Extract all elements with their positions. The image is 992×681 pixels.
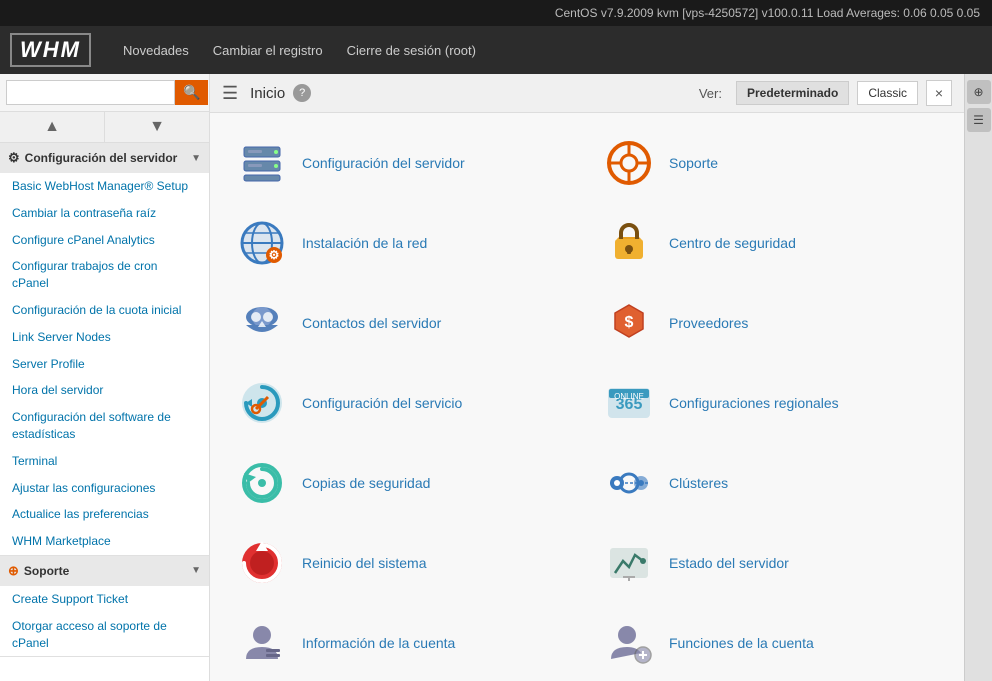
sidebar-item-create-support-ticket[interactable]: Create Support Ticket	[0, 586, 209, 613]
proveedores-icon: $	[603, 297, 655, 349]
soporte-section-icon: ⊕	[8, 563, 19, 579]
config-servicio-icon	[236, 377, 288, 429]
sidebar-item-software-estadisticas[interactable]: Configuración del software de estadístic…	[0, 404, 209, 448]
sidebar-section-soporte-header[interactable]: ⊕ Soporte ▼	[0, 556, 209, 586]
sidebar-section-soporte-title: Soporte	[24, 564, 69, 578]
nav-novedades[interactable]: Novedades	[123, 43, 189, 58]
main-content: ☰ Inicio ? Ver: Predeterminado Classic ×	[210, 74, 964, 681]
funciones-cuenta-label: Funciones de la cuenta	[669, 634, 814, 652]
sidebar-item-configure-cpanel-analytics[interactable]: Configure cPanel Analytics	[0, 227, 209, 254]
config-section-icon: ⚙	[8, 150, 20, 166]
copias-seguridad-icon	[236, 457, 288, 509]
grid-item-config-servidor[interactable]: Configuración del servidor	[220, 123, 587, 203]
grid-item-info-cuenta[interactable]: Información de la cuenta	[220, 603, 587, 681]
grid-item-config-servicio[interactable]: Configuración del servicio	[220, 363, 587, 443]
centro-seguridad-label: Centro de seguridad	[669, 234, 796, 252]
view-predeterminado-button[interactable]: Predeterminado	[736, 81, 849, 105]
view-close-button[interactable]: ×	[926, 80, 952, 106]
search-button[interactable]: 🔍	[175, 80, 208, 105]
svg-text:$: $	[625, 314, 634, 331]
grid-item-copias-seguridad[interactable]: Copias de seguridad	[220, 443, 587, 523]
sidebar-section-soporte: ⊕ Soporte ▼ Create Support Ticket Otorga…	[0, 556, 209, 657]
nav-cambiar-registro[interactable]: Cambiar el registro	[213, 43, 323, 58]
config-servidor-label: Configuración del servidor	[302, 154, 465, 172]
section-caret-configuracion: ▼	[191, 153, 201, 164]
right-panel: ⊕ ☰	[964, 74, 992, 681]
sidebar-item-cuota-inicial[interactable]: Configuración de la cuota inicial	[0, 297, 209, 324]
grid-item-estado-servidor[interactable]: Estado del servidor	[587, 523, 954, 603]
instalacion-red-label: Instalación de la red	[302, 234, 427, 252]
config-regionales-label: Configuraciones regionales	[669, 394, 839, 412]
grid-item-soporte[interactable]: Soporte	[587, 123, 954, 203]
sidebar-item-cambiar-contrasena[interactable]: Cambiar la contraseña raíz	[0, 200, 209, 227]
ver-label: Ver:	[699, 86, 722, 101]
view-classic-button[interactable]: Classic	[857, 81, 918, 105]
whm-logo: WHM	[10, 33, 91, 67]
estado-servidor-icon	[603, 537, 655, 589]
page-title: Inicio	[250, 85, 285, 102]
grid-item-centro-seguridad[interactable]: Centro de seguridad	[587, 203, 954, 283]
clusteres-label: Clústeres	[669, 474, 728, 492]
sidebar-down-button[interactable]: ▼	[105, 112, 209, 142]
copias-seguridad-label: Copias de seguridad	[302, 474, 430, 492]
sidebar-up-button[interactable]: ▲	[0, 112, 105, 142]
help-button[interactable]: ?	[293, 84, 311, 102]
content-wrapper: 🔍 ▲ ▼ ⚙ Configuración del servidor ▼ Bas…	[0, 74, 992, 681]
instalacion-red-icon: ⚙	[236, 217, 288, 269]
config-servidor-icon	[236, 137, 288, 189]
reinicio-sistema-icon	[236, 537, 288, 589]
funciones-cuenta-icon	[603, 617, 655, 669]
main-grid: Configuración del servidor Soporte	[210, 113, 964, 681]
sidebar-item-basic-webhost[interactable]: Basic WebHost Manager® Setup	[0, 173, 209, 200]
navbar: WHM Novedades Cambiar el registro Cierre…	[0, 26, 992, 74]
clusteres-icon	[603, 457, 655, 509]
grid-item-reinicio-sistema[interactable]: Reinicio del sistema	[220, 523, 587, 603]
sidebar-item-ajustar-configuraciones[interactable]: Ajustar las configuraciones	[0, 475, 209, 502]
estado-servidor-label: Estado del servidor	[669, 554, 789, 572]
section-caret-soporte: ▼	[191, 565, 201, 576]
config-servicio-label: Configuración del servicio	[302, 394, 462, 412]
info-cuenta-icon	[236, 617, 288, 669]
info-cuenta-label: Información de la cuenta	[302, 634, 455, 652]
sidebar-item-actualice-preferencias[interactable]: Actualice las preferencias	[0, 501, 209, 528]
sidebar-section-configuracion: ⚙ Configuración del servidor ▼ Basic Web…	[0, 143, 209, 556]
contactos-servidor-label: Contactos del servidor	[302, 314, 441, 332]
sidebar-item-configurar-cron[interactable]: Configurar trabajos de cron cPanel	[0, 253, 209, 297]
grid-item-proveedores[interactable]: $ Proveedores	[587, 283, 954, 363]
sidebar-item-link-server-nodes[interactable]: Link Server Nodes	[0, 324, 209, 351]
soporte-label: Soporte	[669, 154, 718, 172]
reinicio-sistema-label: Reinicio del sistema	[302, 554, 427, 572]
right-panel-btn-2[interactable]: ☰	[967, 108, 991, 132]
grid-item-clusteres[interactable]: Clústeres	[587, 443, 954, 523]
search-bar: 🔍	[0, 74, 209, 112]
sidebar-item-otorgar-acceso[interactable]: Otorgar acceso al soporte de cPanel	[0, 613, 209, 657]
config-regionales-icon: 365 ONLINE	[603, 377, 655, 429]
sidebar: 🔍 ▲ ▼ ⚙ Configuración del servidor ▼ Bas…	[0, 74, 210, 681]
sidebar-item-terminal[interactable]: Terminal	[0, 448, 209, 475]
soporte-icon	[603, 137, 655, 189]
contactos-servidor-icon	[236, 297, 288, 349]
svg-text:⚙: ⚙	[269, 248, 280, 262]
proveedores-label: Proveedores	[669, 314, 748, 332]
sidebar-section-configuracion-header[interactable]: ⚙ Configuración del servidor ▼	[0, 143, 209, 173]
toolbar: ☰ Inicio ? Ver: Predeterminado Classic ×	[210, 74, 964, 113]
grid-item-funciones-cuenta[interactable]: Funciones de la cuenta	[587, 603, 954, 681]
search-input[interactable]	[6, 80, 175, 105]
right-panel-btn-1[interactable]: ⊕	[967, 80, 991, 104]
grid-item-config-regionales[interactable]: 365 ONLINE Configuraciones regionales	[587, 363, 954, 443]
sidebar-item-whm-marketplace[interactable]: WHM Marketplace	[0, 528, 209, 555]
grid-item-instalacion-red[interactable]: ⚙ Instalación de la red	[220, 203, 587, 283]
grid-item-contactos-servidor[interactable]: Contactos del servidor	[220, 283, 587, 363]
sidebar-nav-buttons: ▲ ▼	[0, 112, 209, 143]
centro-seguridad-icon	[603, 217, 655, 269]
sidebar-section-configuracion-title: Configuración del servidor	[25, 151, 178, 165]
sidebar-item-hora-servidor[interactable]: Hora del servidor	[0, 377, 209, 404]
svg-text:ONLINE: ONLINE	[614, 392, 644, 401]
topbar: CentOS v7.9.2009 kvm [vps-4250572] v100.…	[0, 0, 992, 26]
sidebar-item-server-profile[interactable]: Server Profile	[0, 351, 209, 378]
hamburger-icon[interactable]: ☰	[222, 83, 238, 104]
nav-cierre-sesion[interactable]: Cierre de sesión (root)	[347, 43, 476, 58]
server-info: CentOS v7.9.2009 kvm [vps-4250572] v100.…	[555, 6, 980, 20]
